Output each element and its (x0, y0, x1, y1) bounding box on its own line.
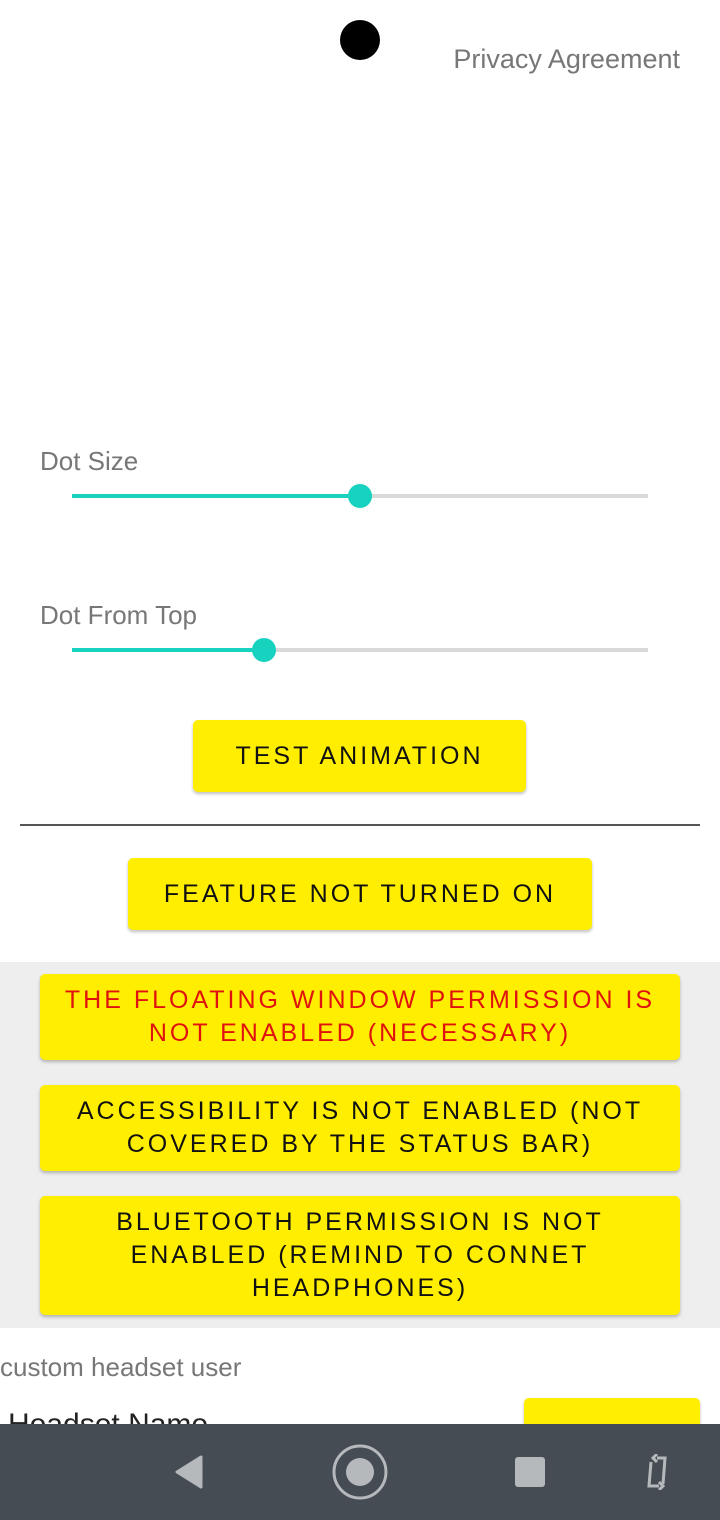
bluetooth-permission-button[interactable]: BLUETOOTH PERMISSION IS NOT ENABLED (REM… (40, 1196, 680, 1315)
floating-window-permission-button[interactable]: THE FLOATING WINDOW PERMISSION IS NOT EN… (40, 974, 680, 1060)
dot-from-top-slider[interactable] (72, 638, 648, 662)
test-animation-button[interactable]: TEST ANIMATION (193, 720, 526, 792)
slider-thumb[interactable] (348, 484, 372, 508)
feature-status-button[interactable]: FEATURE NOT TURNED ON (128, 858, 592, 930)
accessibility-permission-button[interactable]: ACCESSIBILITY IS NOT ENABLED (NOT COVERE… (40, 1085, 680, 1171)
dot-size-slider[interactable] (72, 484, 648, 508)
slider-fill (72, 494, 360, 498)
dot-from-top-label: Dot From Top (40, 600, 198, 630)
preview-dot (340, 20, 380, 60)
rotate-icon[interactable] (640, 1424, 676, 1520)
recents-icon[interactable] (512, 1424, 548, 1520)
custom-headset-label: custom headset user (0, 1352, 242, 1382)
slider-thumb[interactable] (251, 638, 276, 662)
divider (20, 824, 700, 826)
navigation-bar (0, 1424, 720, 1520)
dot-size-label: Dot Size (40, 446, 139, 476)
back-icon[interactable] (168, 1424, 208, 1520)
home-icon[interactable] (330, 1424, 390, 1520)
privacy-agreement-link[interactable]: Privacy Agreement (453, 44, 680, 75)
slider-fill (72, 648, 264, 652)
